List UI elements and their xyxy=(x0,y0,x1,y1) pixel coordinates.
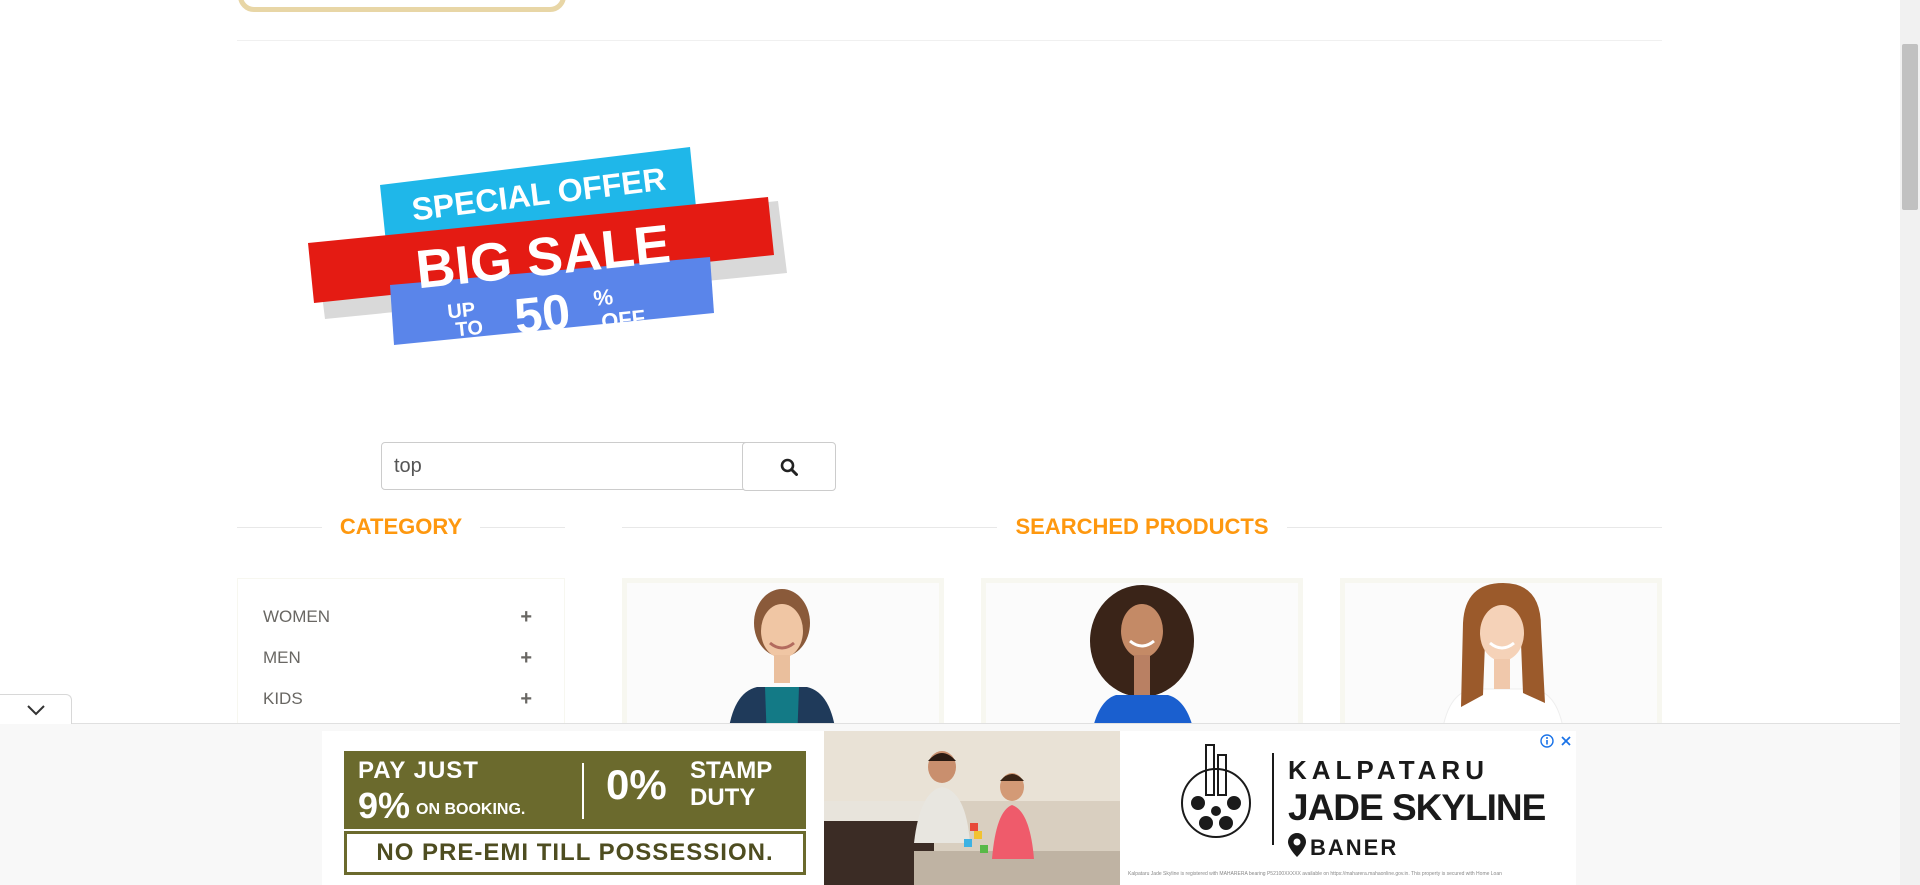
title-line xyxy=(237,526,322,528)
ad-left-panel: PAY JUST 9% ON BOOKING. 0% STAMP DUTY NO … xyxy=(322,731,824,885)
title-line xyxy=(480,526,566,528)
title-line xyxy=(622,526,998,528)
kalpataru-tree-logo xyxy=(1181,744,1251,838)
category-label: WOMEN xyxy=(263,607,331,626)
ad-location: BANER xyxy=(1310,835,1399,860)
header-divider xyxy=(237,40,1662,41)
ad-family-photo xyxy=(824,731,1120,885)
search-input[interactable] xyxy=(381,442,747,490)
title-line xyxy=(1286,526,1662,528)
category-title-bar: CATEGORY xyxy=(237,514,566,540)
category-label: MEN xyxy=(263,648,301,667)
ad-brand-panel: KALPATARU JADE SKYLINE BANER Kalpataru J… xyxy=(1120,731,1576,885)
product-card[interactable] xyxy=(981,578,1303,738)
category-title: CATEGORY xyxy=(339,514,463,539)
location-pin-icon xyxy=(1288,833,1306,857)
ad-brand-name: KALPATARU xyxy=(1288,755,1489,785)
ad-offer-block: PAY JUST 9% ON BOOKING. 0% STAMP DUTY xyxy=(344,751,806,829)
plus-icon[interactable]: + xyxy=(520,606,532,629)
plus-icon[interactable]: + xyxy=(520,688,532,711)
banner-off: OFF xyxy=(600,305,646,334)
plus-icon[interactable]: + xyxy=(520,647,532,670)
ad-fine-print: Kalpataru Jade Skyline is registered wit… xyxy=(1128,871,1502,877)
info-icon[interactable] xyxy=(1540,734,1554,748)
ad-brand-separator xyxy=(1272,753,1274,845)
category-item-men[interactable]: MEN + xyxy=(263,646,532,670)
scrollbar-thumb[interactable] xyxy=(1902,44,1918,210)
product-image xyxy=(1345,583,1657,738)
ad-collapse-tab[interactable] xyxy=(0,694,72,724)
ad-stamp: STAMP xyxy=(690,757,773,784)
ad-no-pre-emi: NO PRE-EMI TILL POSSESSION. xyxy=(344,831,806,875)
ad-duty: DUTY xyxy=(690,784,756,811)
ad-zero-pct: 0% xyxy=(606,761,667,808)
category-item-kids[interactable]: KIDS + xyxy=(263,687,532,711)
products-title-bar: SEARCHED PRODUCTS xyxy=(622,514,1662,540)
product-image xyxy=(627,583,939,738)
ad-controls xyxy=(1540,734,1572,748)
banner-pct-sign: % xyxy=(592,284,614,311)
chevron-down-icon xyxy=(26,704,45,715)
search-button[interactable] xyxy=(742,442,836,491)
ad-on-booking: ON BOOKING. xyxy=(416,801,526,818)
advertisement[interactable]: PAY JUST 9% ON BOOKING. 0% STAMP DUTY NO … xyxy=(322,731,1576,885)
ad-pay-just: PAY JUST xyxy=(358,757,479,784)
search-icon xyxy=(780,458,798,476)
category-panel: WOMEN + MEN + KIDS + xyxy=(237,578,565,728)
site-logo-frame[interactable] xyxy=(238,0,566,12)
products-title: SEARCHED PRODUCTS xyxy=(1015,514,1269,539)
banner-to: TO xyxy=(455,317,485,342)
ad-project-name: JADE SKYLINE xyxy=(1288,787,1546,828)
product-image xyxy=(986,583,1298,738)
product-card[interactable] xyxy=(1340,578,1662,738)
close-icon[interactable] xyxy=(1560,735,1572,747)
category-item-women[interactable]: WOMEN + xyxy=(263,605,532,629)
category-label: KIDS xyxy=(263,689,303,708)
banner-percent: 50 xyxy=(512,283,573,345)
product-card[interactable] xyxy=(622,578,944,738)
ad-nine-pct: 9% xyxy=(358,785,411,826)
ad-separator xyxy=(582,763,584,819)
ad-stamp-duty: STAMP DUTY xyxy=(690,757,772,811)
sale-banner: SPECIAL OFFER BIG SALE UP TO 50 % OFF xyxy=(308,147,787,345)
page-scrollbar[interactable] xyxy=(1900,0,1920,885)
